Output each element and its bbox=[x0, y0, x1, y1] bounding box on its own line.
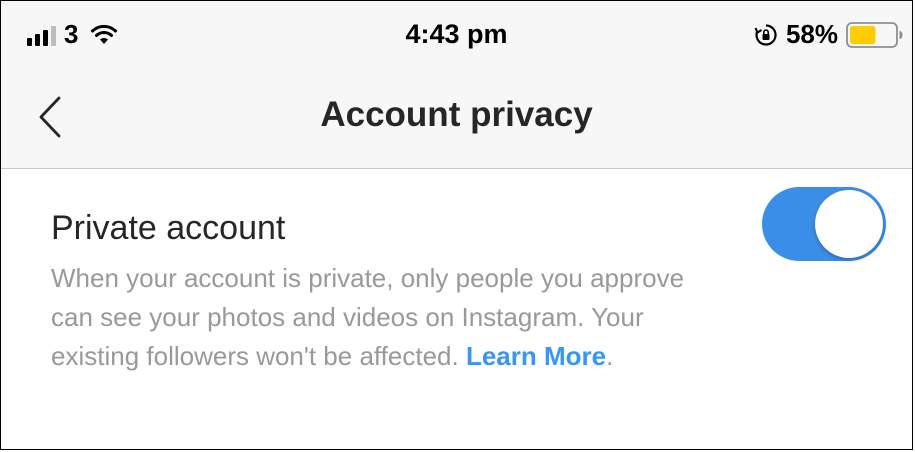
status-bar: 3 4:43 pm 58% bbox=[1, 1, 912, 87]
battery-icon bbox=[846, 21, 903, 48]
battery-percent: 58% bbox=[785, 19, 838, 49]
private-account-label: Private account bbox=[51, 209, 286, 247]
toggle-knob bbox=[815, 190, 883, 258]
private-account-description: When your account is private, only peopl… bbox=[51, 259, 701, 376]
status-right: 58% bbox=[754, 19, 904, 50]
orientation-lock-icon bbox=[754, 23, 777, 46]
learn-more-link[interactable]: Learn More bbox=[466, 341, 606, 371]
privacy-settings: Private account When your account is pri… bbox=[1, 169, 912, 449]
navigation-bar: Account privacy bbox=[1, 87, 912, 169]
screen: 3 4:43 pm 58% Account privacy Private ac… bbox=[0, 0, 913, 450]
description-period: . bbox=[606, 341, 614, 371]
private-account-toggle[interactable] bbox=[762, 187, 886, 261]
page-title: Account privacy bbox=[320, 95, 593, 134]
